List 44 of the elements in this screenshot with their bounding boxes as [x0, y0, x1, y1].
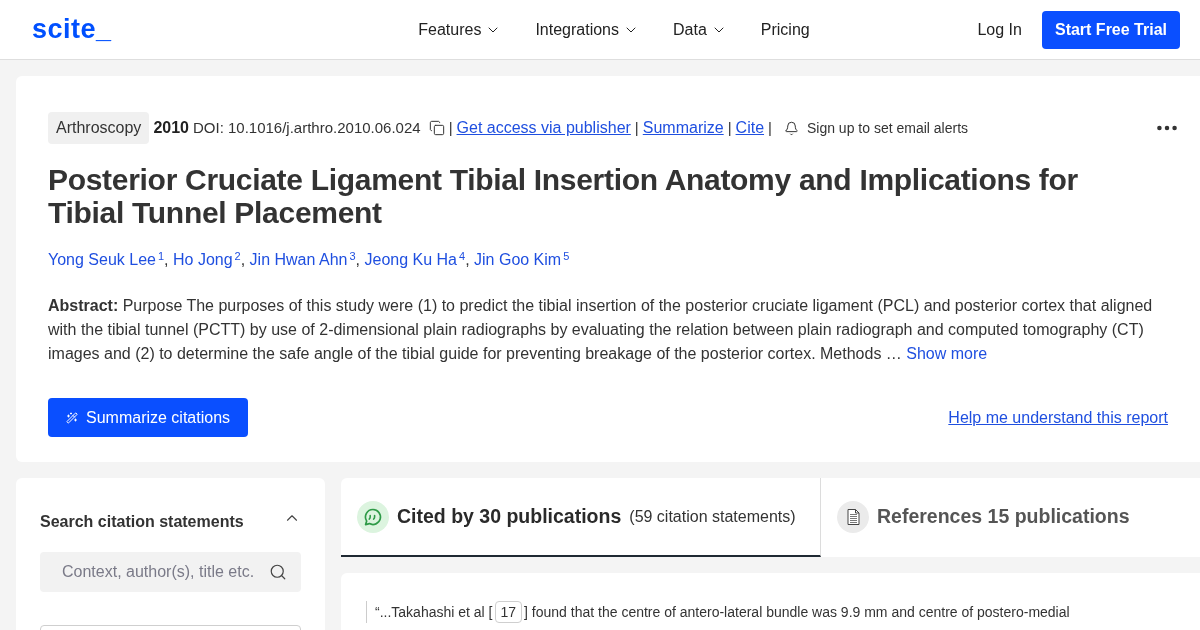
abstract-paragraph: Abstract: Purpose The purposes of this study were (1) to predict the tibial insertion of the posterior cruciate ligament (PCL) and posterior cortex that aligned with the tibial tunnel (PCTT) by use of 2-dimensional plain radiographs by evaluating the relation between plain radiograph and computed tomography (CT) images and (2) to determine the safe angle of the tibial guide for preventing breakage of the posterior cortex. Methods … Show more: [48, 296, 1154, 364]
search-field[interactable]: Context, author(s), title etc.: [40, 552, 301, 592]
doi-text: DOI: 10.1016/j.arthro.2010.06.024: [192, 117, 421, 138]
bell-icon[interactable]: [783, 120, 799, 136]
show-more-link[interactable]: Show more: [906, 345, 988, 362]
document-icon: [837, 500, 869, 533]
nav-link[interactable]: Integrations: [535, 17, 639, 42]
reference-link[interactable]: 17: [494, 601, 523, 623]
search-panel-title: Search citation statements: [40, 512, 244, 532]
search-icon[interactable]: [269, 563, 287, 581]
tab-label: Cited by 30 publications: [397, 503, 622, 529]
summarize-citations-button[interactable]: Summarize citations: [48, 398, 249, 437]
speech-bubble-icon: [357, 500, 389, 533]
separator: |: [634, 117, 639, 138]
author-list: Yong Seuk Lee$^{1}$, Ho Jong$^{2}$, Jin Hwan Ahn$^{3}$, Jeong Ku Ha$^{4}$, Jin Goo Kim$^{5}$: [48, 248, 1168, 272]
logo[interactable]: scite_: [32, 9, 112, 50]
tab-detail: (59 citation statements): [629, 506, 796, 527]
email-alert-link[interactable]: Sign up to set email alerts: [806, 117, 969, 139]
journal-tag[interactable]: Arthroscopy: [48, 112, 150, 144]
author-link[interactable]: Ho Jong$^{2}$: [173, 251, 241, 268]
help-link[interactable]: Help me understand this report: [948, 405, 1168, 430]
tab[interactable]: References 15 publications: [821, 478, 1200, 557]
nav-link[interactable]: Data: [673, 17, 727, 42]
author-link[interactable]: Yong Seuk Lee$^{1}$: [48, 251, 165, 268]
author-link[interactable]: Jeong Ku Ha$^{4}$: [364, 251, 466, 268]
meta-link[interactable]: Get access via publisher: [456, 116, 631, 140]
article-title: Posterior Cruciate Ligament Tibial Insertion Anatomy and Implications for Tibial Tunnel Placement: [48, 163, 1079, 229]
author-link[interactable]: Jin Goo Kim$^{5}$: [474, 251, 570, 268]
separator: |: [448, 117, 453, 138]
separator: |: [768, 117, 772, 138]
author-link[interactable]: Jin Hwan Ahn$^{3}$: [249, 251, 356, 268]
meta-link[interactable]: Cite: [735, 116, 765, 140]
start-trial-button[interactable]: Start Free Trial: [1041, 10, 1180, 49]
tab-label: References 15 publications: [877, 503, 1130, 529]
login-link[interactable]: Log In: [977, 17, 1022, 42]
citation-quote: “...Takahashi et al [ 17 ] found that the centre of antero-lateral bundle was 9.9 mm and centre of postero-medial: [366, 601, 1200, 623]
separator: |: [727, 117, 732, 138]
tab[interactable]: Cited by 30 publications (59 citation statements): [341, 478, 821, 557]
nav-link[interactable]: Pricing: [760, 17, 810, 42]
copy-icon[interactable]: [428, 120, 445, 136]
year-text: 2010: [153, 118, 189, 138]
nav-link[interactable]: Features: [418, 17, 502, 42]
magic-wand-icon: [66, 411, 78, 424]
meta-link[interactable]: Summarize: [642, 116, 724, 140]
